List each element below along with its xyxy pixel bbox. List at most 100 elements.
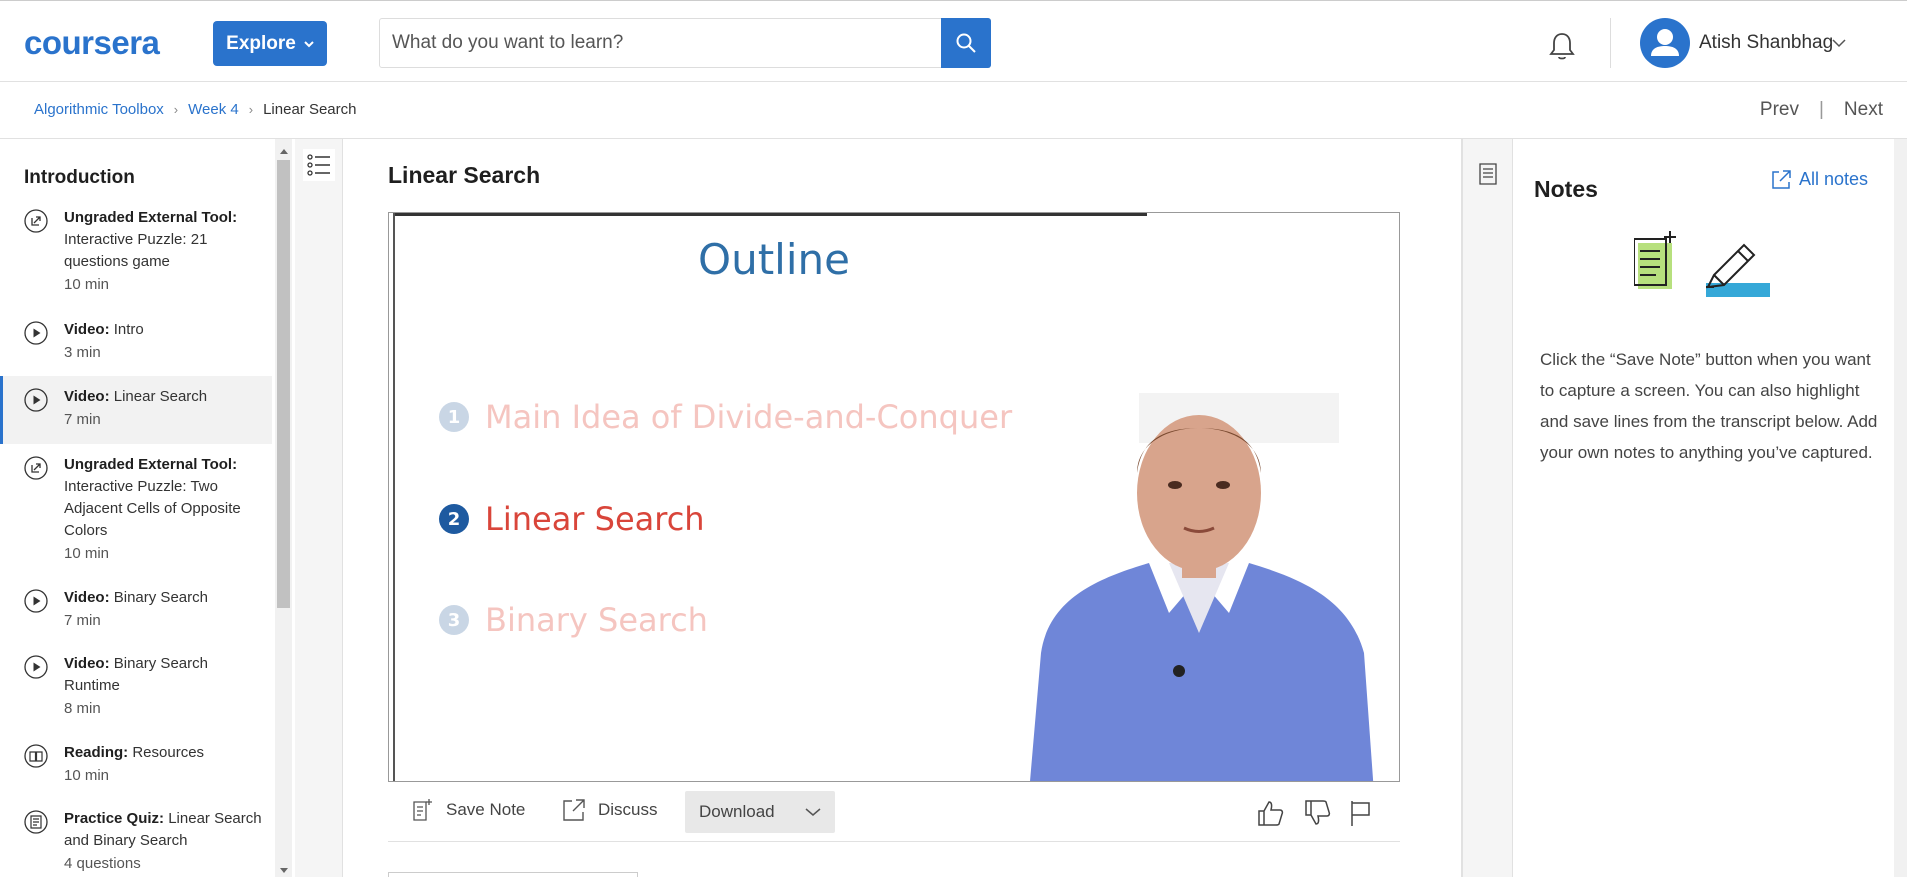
breadcrumb: Algorithmic Toolbox › Week 4 › Linear Se… (34, 101, 356, 118)
outline-number: 2 (439, 504, 469, 534)
user-name[interactable]: Atish Shanbhag (1699, 32, 1833, 54)
external-link-icon (1772, 169, 1791, 189)
play-icon (24, 589, 48, 613)
item-type: Ungraded External Tool: (64, 209, 238, 226)
breadcrumb-bar: Algorithmic Toolbox › Week 4 › Linear Se… (0, 82, 1907, 139)
outline-text: Binary Search (485, 601, 708, 639)
item-type: Video: (64, 589, 110, 606)
sidebar-item-intro[interactable]: Video: Intro 3 min (0, 319, 272, 361)
transcript-box (388, 872, 638, 877)
chevron-down-icon[interactable] (1832, 38, 1846, 48)
scroll-down-arrow-icon[interactable] (280, 868, 288, 874)
chevron-down-icon (805, 808, 821, 816)
sidebar-item-linear-search[interactable]: Video: Linear Search 7 min (0, 376, 272, 444)
prev-link[interactable]: Prev (1760, 99, 1799, 121)
outline-text: Main Idea of Divide-and-Conquer (485, 398, 1013, 436)
slide-outline-item: 1 Main Idea of Divide-and-Conquer (439, 398, 1012, 436)
sidebar-item-two-adjacent-cells[interactable]: Ungraded External Tool: Interactive Puzz… (0, 454, 272, 562)
sidebar-item-resources[interactable]: Reading: Resources 10 min (0, 742, 272, 784)
discuss-button[interactable]: Discuss (562, 798, 658, 822)
prev-next-nav: Prev | Next (1760, 99, 1883, 121)
page-scrollbar[interactable] (1894, 139, 1907, 877)
external-link-icon (563, 799, 585, 821)
item-name: Intro (113, 321, 144, 338)
slide-title: Outline (698, 235, 850, 284)
avatar[interactable] (1640, 18, 1690, 68)
sidebar-title: Introduction (24, 167, 135, 188)
item-type: Video: (64, 321, 110, 338)
sidebar-item-binary-search[interactable]: Video: Binary Search 7 min (0, 587, 272, 629)
all-notes-link[interactable]: All notes (1771, 169, 1868, 190)
notes-panel: Notes All notes Click the “Save Note” bu… (1514, 139, 1894, 877)
item-type: Practice Quiz: (64, 810, 165, 827)
gutter (343, 139, 345, 877)
search-button[interactable] (941, 18, 991, 68)
slide-outline-item: 3 Binary Search (439, 601, 708, 639)
sidebar-item-21-questions-game[interactable]: Ungraded External Tool: Interactive Puzz… (0, 207, 272, 293)
video-toolbar: Save Note Discuss Download (388, 786, 1400, 842)
save-note-button[interactable]: Save Note (412, 798, 525, 822)
breadcrumb-week[interactable]: Week 4 (188, 101, 239, 118)
notes-toggle-icon[interactable] (1475, 161, 1501, 187)
external-tool-icon (24, 209, 48, 233)
item-type: Ungraded External Tool: (64, 456, 238, 473)
item-duration: 10 min (64, 545, 110, 562)
item-duration: 7 min (64, 612, 101, 629)
item-name: Interactive Puzzle: 21 questions game (64, 231, 208, 270)
sidebar-scrollbar-thumb[interactable] (277, 160, 290, 608)
item-type: Video: (64, 388, 110, 405)
notification-bell-icon[interactable] (1545, 29, 1579, 63)
thumbs-up-icon[interactable] (1255, 798, 1285, 828)
video-player[interactable]: Outline 1 Main Idea of Divide-and-Conque… (388, 212, 1400, 782)
item-type: Reading: (64, 744, 129, 761)
flag-icon[interactable] (1346, 798, 1376, 828)
sidebar-item-binary-search-runtime[interactable]: Video: Binary Search Runtime 8 min (0, 653, 272, 717)
download-dropdown[interactable]: Download (685, 791, 835, 833)
user-icon (1651, 29, 1679, 56)
item-duration: 4 questions (64, 855, 141, 872)
video-progress-bar[interactable] (393, 213, 1147, 216)
notes-toggle-column (1463, 139, 1513, 877)
item-name: Binary Search (113, 589, 208, 606)
search-input[interactable] (380, 19, 941, 67)
search-bar (379, 18, 991, 68)
course-outline-toggle-icon[interactable] (303, 149, 335, 181)
external-tool-icon (24, 456, 48, 480)
play-icon (24, 321, 48, 345)
course-sidebar: Introduction Ungraded External Tool: Int… (0, 139, 275, 877)
explore-label: Explore (226, 32, 296, 54)
chevron-down-icon (304, 40, 314, 47)
svg-text:coursera: coursera (24, 25, 161, 61)
item-type: Video: (64, 655, 110, 672)
thumbs-down-icon[interactable] (1302, 798, 1332, 828)
notes-description: Click the “Save Note” button when you wa… (1540, 350, 1878, 462)
breadcrumb-current: Linear Search (263, 101, 357, 118)
sidebar-item-practice-quiz[interactable]: Practice Quiz: Linear Search and Binary … (0, 808, 272, 872)
next-link[interactable]: Next (1844, 99, 1883, 121)
item-duration: 10 min (64, 276, 110, 293)
download-label: Download (699, 802, 775, 821)
quiz-icon (24, 810, 48, 834)
outline-text: Linear Search (485, 500, 705, 538)
item-name: Interactive Puzzle: Two Adjacent Cells o… (64, 478, 241, 539)
play-icon (24, 655, 48, 679)
outline-number: 3 (439, 605, 469, 635)
item-name: Linear Search (113, 388, 208, 405)
breadcrumb-course[interactable]: Algorithmic Toolbox (34, 101, 164, 118)
slide-outline-item: 2 Linear Search (439, 500, 705, 538)
discuss-label: Discuss (598, 800, 658, 819)
lesson-title: Linear Search (388, 162, 541, 188)
search-icon (956, 33, 976, 53)
scroll-up-arrow-icon[interactable] (280, 148, 288, 154)
explore-button[interactable]: Explore (213, 21, 327, 66)
sidebar-toggle-column (295, 139, 343, 877)
save-note-icon (413, 799, 432, 821)
item-name: Resources (132, 744, 205, 761)
header-divider (1610, 18, 1611, 68)
nav-separator: | (1818, 99, 1824, 120)
coursera-logo[interactable]: coursera (24, 25, 184, 61)
play-icon (24, 388, 48, 412)
book-icon (24, 744, 48, 768)
save-note-label: Save Note (446, 800, 526, 819)
top-header: coursera Explore Atish Shanbhag (0, 0, 1907, 82)
